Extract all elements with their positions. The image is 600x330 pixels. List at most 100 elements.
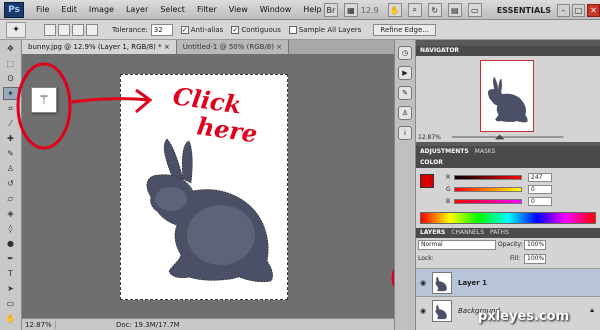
bunny-thumbnail-image xyxy=(487,76,528,123)
mini-bridge-icon[interactable]: ▦ xyxy=(343,3,358,17)
move-tool-icon[interactable]: ✥ xyxy=(3,42,19,55)
brush-tool-icon[interactable]: ✎ xyxy=(3,147,19,160)
refine-edge-button[interactable]: Refine Edge... xyxy=(373,23,436,36)
document-canvas[interactable] xyxy=(120,74,288,300)
pen-tool-icon[interactable]: ✒ xyxy=(3,252,19,265)
r-value-input[interactable]: 247 xyxy=(528,172,552,182)
new-selection-button[interactable] xyxy=(44,23,56,36)
watermark: pxleyes.com xyxy=(478,309,570,324)
tab-bunny[interactable]: bunny.jpg @ 12.9% (Layer 1, RGB/8) * × xyxy=(22,40,177,54)
blend-mode-select[interactable]: Normal xyxy=(418,240,496,250)
info-icon[interactable]: i xyxy=(398,126,412,140)
shape-tool-icon[interactable]: ▭ xyxy=(3,297,19,310)
sample-all-layers-checkbox[interactable]: Sample All Layers xyxy=(288,25,361,34)
anti-alias-checkbox[interactable]: ✓ Anti-alias xyxy=(180,25,223,34)
path-selection-tool-icon[interactable]: ➤ xyxy=(3,282,19,295)
visibility-eye-icon[interactable]: ◉ xyxy=(416,279,430,287)
color-title[interactable]: COLOR xyxy=(420,158,443,168)
crop-tool-icon[interactable]: ⌗ xyxy=(3,102,19,115)
actions-icon[interactable]: ▶ xyxy=(398,66,412,80)
tab-masks[interactable]: MASKS xyxy=(475,146,496,158)
canvas-area[interactable] xyxy=(22,54,394,318)
layer-thumbnail-image xyxy=(435,276,447,291)
blur-tool-icon[interactable]: ◊ xyxy=(3,222,19,235)
screen-mode-icon[interactable]: ▭ xyxy=(467,3,482,17)
layer-row-layer-1[interactable]: ◉ Layer 1 xyxy=(416,268,600,296)
tolerance-input[interactable]: 32 xyxy=(150,23,173,36)
maximize-button[interactable]: □ xyxy=(572,3,585,17)
navigator-thumbnail[interactable] xyxy=(480,60,534,132)
marquee-tool-icon[interactable]: ⬚ xyxy=(3,57,19,70)
menu-file[interactable]: File xyxy=(30,5,55,14)
checkmark-icon: ✓ xyxy=(180,25,189,34)
menu-bar: Ps File Edit Image Layer Select Filter V… xyxy=(0,0,600,20)
tab-layers[interactable]: LAYERS xyxy=(420,228,445,238)
color-spectrum[interactable] xyxy=(420,212,596,224)
lasso-tool-icon[interactable]: ʘ xyxy=(3,72,19,85)
doc-info[interactable]: Doc: 19.3M/17.7M xyxy=(116,321,180,329)
paint-bucket-tool-icon[interactable]: ◈ xyxy=(3,207,19,220)
menu-layer[interactable]: Layer xyxy=(120,5,154,14)
opacity-input[interactable]: 100% xyxy=(524,240,546,250)
rotate-view-icon[interactable]: ↻ xyxy=(427,3,442,17)
menu-image[interactable]: Image xyxy=(83,5,120,14)
red-slider[interactable] xyxy=(454,174,522,180)
blue-slider[interactable] xyxy=(454,198,522,204)
tab-close-icon[interactable]: × xyxy=(164,43,170,51)
menu-edit[interactable]: Edit xyxy=(55,5,83,14)
dodge-tool-icon[interactable]: ● xyxy=(3,237,19,250)
clone-source-icon[interactable]: ♙ xyxy=(398,106,412,120)
intersect-selection-button[interactable] xyxy=(86,23,98,36)
arrange-documents-icon[interactable]: ▤ xyxy=(447,3,462,17)
minimize-button[interactable]: – xyxy=(557,3,570,17)
eyedropper-tool-icon[interactable]: ⁄ xyxy=(3,117,19,130)
subtract-from-selection-button[interactable] xyxy=(72,23,84,36)
magic-wand-tool-icon[interactable]: ✦ xyxy=(2,87,19,100)
tool-preset-picker[interactable]: ✦ xyxy=(6,21,26,38)
bridge-icon[interactable]: Br xyxy=(323,3,338,17)
layer-name[interactable]: Layer 1 xyxy=(458,279,487,287)
tab-close-icon[interactable]: × xyxy=(276,43,282,51)
close-button[interactable]: ✕ xyxy=(587,3,600,17)
navigator-title[interactable]: NAVIGATOR xyxy=(420,46,459,56)
menu-filter[interactable]: Filter xyxy=(191,5,223,14)
fill-input[interactable]: 100% xyxy=(524,254,546,264)
healing-brush-tool-icon[interactable]: ✚ xyxy=(3,132,19,145)
status-bar: 12.87% Doc: 19.3M/17.7M xyxy=(22,318,394,330)
tab-paths[interactable]: PATHS xyxy=(490,228,509,238)
navigator-zoom-slider[interactable] xyxy=(452,134,592,140)
type-tool-icon[interactable]: T xyxy=(3,267,19,280)
tab-channels[interactable]: CHANNELS xyxy=(451,228,484,238)
foreground-color-swatch[interactable] xyxy=(420,174,434,188)
history-icon[interactable]: ◷ xyxy=(398,46,412,60)
zoom-readout[interactable]: 12.9 xyxy=(361,6,379,15)
layer-thumbnail xyxy=(432,271,452,294)
blue-slider-row: B 0 xyxy=(446,196,552,206)
hand-tool-icon[interactable]: ✋ xyxy=(387,3,402,17)
green-slider[interactable] xyxy=(454,186,522,192)
g-value-input[interactable]: 0 xyxy=(528,184,552,194)
brushes-icon[interactable]: ✎ xyxy=(398,86,412,100)
eraser-tool-icon[interactable]: ▱ xyxy=(3,192,19,205)
zoom-tool-icon[interactable]: ⌕ xyxy=(407,3,422,17)
menu-window[interactable]: Window xyxy=(254,5,298,14)
b-value-input[interactable]: 0 xyxy=(528,196,552,206)
navigator-zoom[interactable]: 12.87% xyxy=(418,134,441,141)
menu-select[interactable]: Select xyxy=(154,5,191,14)
tab-untitled[interactable]: Untitled-1 @ 50% (RGB/8) × xyxy=(176,40,290,54)
magic-wand-icon: ⚚ xyxy=(38,92,50,108)
unchecked-box-icon xyxy=(288,25,297,34)
add-to-selection-button[interactable] xyxy=(58,23,70,36)
hand-tool-icon[interactable]: ✋ xyxy=(3,312,19,325)
clone-stamp-tool-icon[interactable]: ♙ xyxy=(3,162,19,175)
history-brush-tool-icon[interactable]: ↺ xyxy=(3,177,19,190)
visibility-eye-icon[interactable]: ◉ xyxy=(416,307,430,315)
contiguous-checkbox[interactable]: ✓ Contiguous xyxy=(231,25,281,34)
workspace-switcher[interactable]: ESSENTIALS xyxy=(493,4,555,17)
tab-adjustments[interactable]: ADJUSTMENTS xyxy=(420,146,469,158)
red-slider-row: R 247 xyxy=(446,172,552,182)
opacity-label: Opacity: xyxy=(498,241,523,248)
zoom-field[interactable]: 12.87% xyxy=(22,320,56,329)
tolerance-label: Tolerance: xyxy=(112,25,148,34)
menu-view[interactable]: View xyxy=(223,5,254,14)
